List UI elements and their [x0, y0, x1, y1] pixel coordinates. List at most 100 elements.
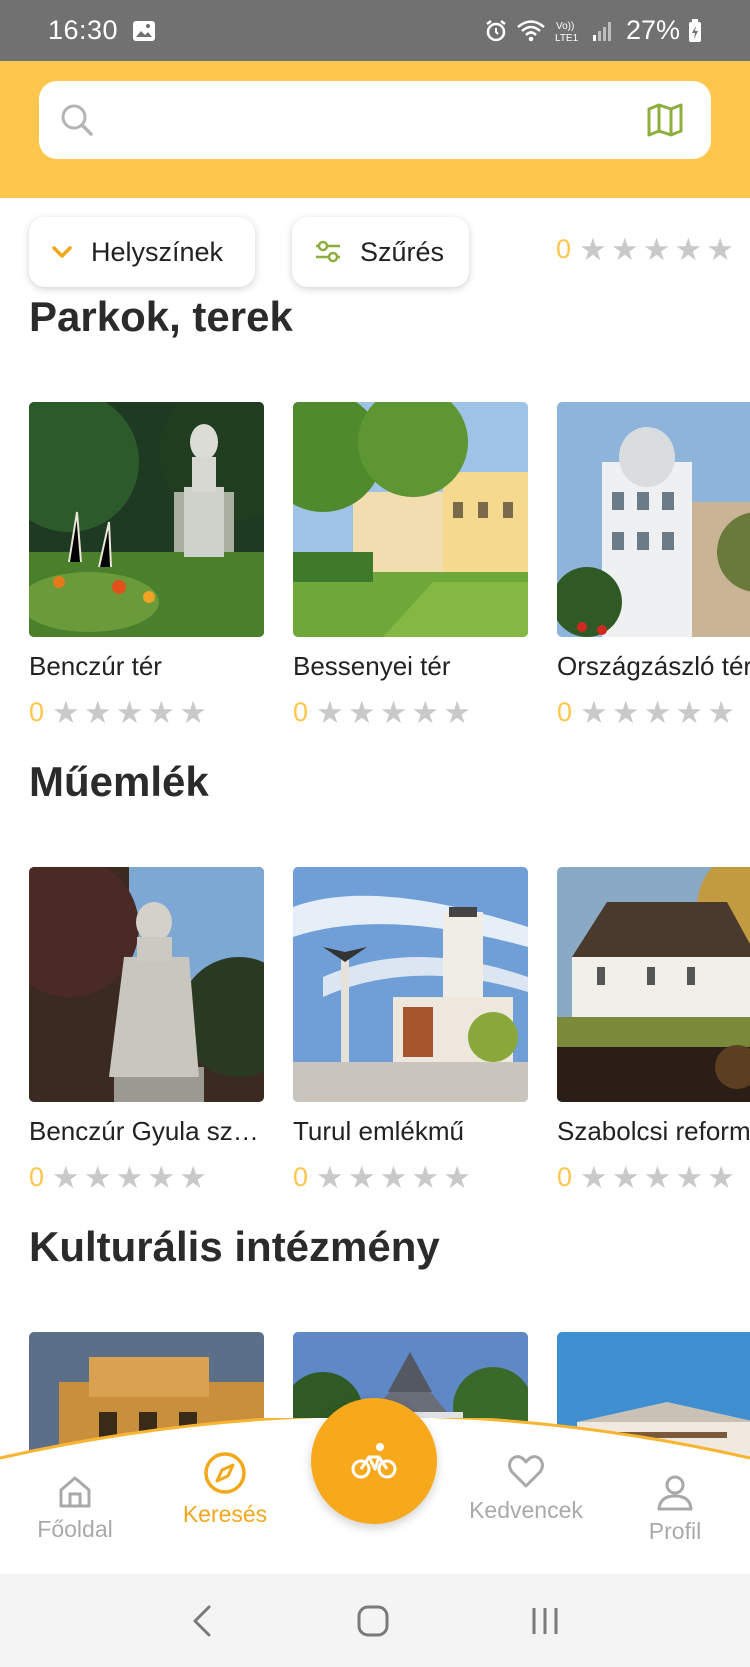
svg-text:Vo)): Vo)) — [556, 21, 574, 32]
place-card[interactable]: Benczúr Gyula sz… 0 ★ ★ ★ ★ ★ — [29, 867, 264, 1193]
star-icon: ★ — [147, 695, 176, 730]
svg-text:LTE1: LTE1 — [555, 33, 579, 44]
nav-profile-label: Profil — [648, 1518, 702, 1544]
star-icon: ★ — [411, 695, 440, 730]
search-bar[interactable] — [39, 81, 711, 159]
status-icons: Vo)) LTE1 27% — [484, 15, 702, 46]
place-name: Országzászló tér — [557, 651, 750, 681]
star-icon: ★ — [675, 695, 704, 730]
place-card[interactable]: Szabolcsi reformátu 0 ★★★★★ — [557, 867, 750, 1193]
star-icon: ★ — [179, 695, 208, 730]
compass-icon — [204, 1452, 246, 1494]
star-icon: ★ — [179, 1160, 208, 1195]
nav-home[interactable]: Főoldal — [30, 1474, 120, 1543]
star-icon: ★ — [674, 232, 703, 267]
star-icon: ★ — [443, 1160, 472, 1195]
chevron-down-icon — [52, 246, 72, 258]
place-rating: 0 ★ ★ ★ ★ ★ — [293, 1162, 528, 1193]
rating-value: 0 — [29, 697, 45, 727]
nav-search[interactable]: Keresés — [172, 1451, 278, 1528]
rating-value: 0 — [557, 697, 573, 727]
place-rating: 0 ★ ★ ★ ★ ★ — [29, 1162, 264, 1193]
back-icon[interactable] — [189, 1603, 217, 1639]
nav-home-label: Főoldal — [37, 1516, 113, 1542]
heart-icon — [508, 1455, 544, 1488]
section-title: Kulturális intézmény — [29, 1223, 440, 1270]
wifi-icon — [517, 19, 545, 41]
alarm-icon — [486, 19, 506, 41]
star-icon: ★ — [707, 695, 736, 730]
place-photo[interactable] — [557, 867, 750, 1102]
card-row-parks[interactable]: Benczúr tér 0 ★ ★ ★ ★ ★ Bessenyei tér 0 … — [29, 402, 750, 728]
star-icon: ★ — [580, 695, 608, 730]
star-icon: ★ — [611, 1160, 640, 1195]
place-rating: 0 ★ ★ ★ ★ ★ — [557, 1162, 750, 1193]
star-icon: ★ — [52, 1160, 80, 1195]
star-icon: ★ — [706, 232, 735, 267]
rating-value: 0 — [293, 697, 309, 727]
user-icon — [657, 1475, 693, 1511]
filter-button[interactable]: Szűrés — [292, 217, 469, 287]
star-icon: ★ — [580, 1160, 608, 1195]
star-icon: ★ — [611, 695, 640, 730]
app-header — [0, 61, 750, 198]
section-title: Műemlék — [29, 758, 209, 805]
star-icon: ★ — [579, 232, 607, 267]
rating-value: 0 — [29, 1162, 45, 1192]
place-photo[interactable] — [29, 402, 264, 637]
nav-favorites[interactable]: Kedvencek — [464, 1451, 588, 1524]
system-navigation-bar — [0, 1574, 750, 1667]
star-icon: ★ — [610, 232, 639, 267]
rating-value: 0 — [557, 1162, 573, 1192]
place-rating: 0 ★ ★ ★ ★ ★ — [557, 697, 750, 728]
place-name: Benczúr tér — [29, 651, 162, 681]
star-icon: ★ — [347, 1160, 376, 1195]
nav-profile[interactable]: Profil — [640, 1474, 710, 1545]
card-row-monuments[interactable]: Benczúr Gyula sz… 0 ★ ★ ★ ★ ★ Turul emlé… — [29, 867, 750, 1193]
place-card[interactable]: Benczúr tér 0 ★ ★ ★ ★ ★ — [29, 402, 264, 728]
star-icon: ★ — [147, 1160, 176, 1195]
map-icon[interactable] — [645, 100, 685, 140]
search-icon[interactable] — [59, 102, 95, 138]
place-card[interactable]: Országzászló tér 0 ★ ★ ★ ★ ★ — [557, 402, 750, 728]
place-card[interactable]: Bessenyei tér 0 ★ ★ ★ ★ ★ — [293, 402, 528, 728]
home-icon — [59, 1476, 91, 1508]
star-icon: ★ — [379, 1160, 408, 1195]
place-photo[interactable] — [293, 867, 528, 1102]
battery-percent: 27% — [625, 15, 680, 45]
place-name: Benczúr Gyula sz… — [29, 1116, 259, 1146]
place-card[interactable]: Turul emlékmű 0 ★ ★ ★ ★ ★ — [293, 867, 528, 1193]
recents-icon[interactable] — [529, 1605, 561, 1637]
rating-value: 0 — [293, 1162, 309, 1192]
filter-label: Szűrés — [360, 236, 445, 267]
content-scroll[interactable]: 0 ★ ★ ★ ★ ★ Helyszínek Szűrés Parkok, te… — [0, 198, 750, 1570]
battery-icon — [689, 18, 701, 42]
star-icon: ★ — [675, 1160, 704, 1195]
star-icon: ★ — [379, 695, 408, 730]
star-icon: ★ — [115, 1160, 144, 1195]
star-icon: ★ — [643, 695, 672, 730]
place-photo[interactable] — [29, 867, 264, 1102]
star-icon: ★ — [83, 695, 112, 730]
bike-route-button[interactable] — [311, 1398, 437, 1524]
peek-card-rating: 0 ★ ★ ★ ★ ★ — [556, 234, 734, 265]
place-rating: 0 ★ ★ ★ ★ ★ — [29, 697, 264, 728]
locations-dropdown[interactable]: Helyszínek — [29, 217, 255, 287]
home-button-icon[interactable] — [356, 1604, 390, 1638]
star-icon: ★ — [316, 1160, 344, 1195]
star-icon: ★ — [347, 695, 376, 730]
signal-icon — [592, 21, 611, 41]
star-icon: ★ — [316, 695, 344, 730]
place-rating: 0 ★ ★ ★ ★ ★ — [293, 697, 528, 728]
star-icon: ★ — [643, 1160, 672, 1195]
place-photo[interactable] — [293, 402, 528, 637]
star-icon: ★ — [52, 695, 80, 730]
volte-icon: Vo)) LTE1 — [555, 21, 579, 44]
locations-label: Helyszínek — [91, 236, 224, 267]
search-input[interactable] — [113, 104, 627, 136]
star-icon: ★ — [642, 232, 671, 267]
place-name: Szabolcsi reformátu — [557, 1116, 750, 1146]
star-icon: ★ — [115, 695, 144, 730]
place-photo[interactable] — [557, 402, 750, 637]
star-icon: ★ — [707, 1160, 736, 1195]
